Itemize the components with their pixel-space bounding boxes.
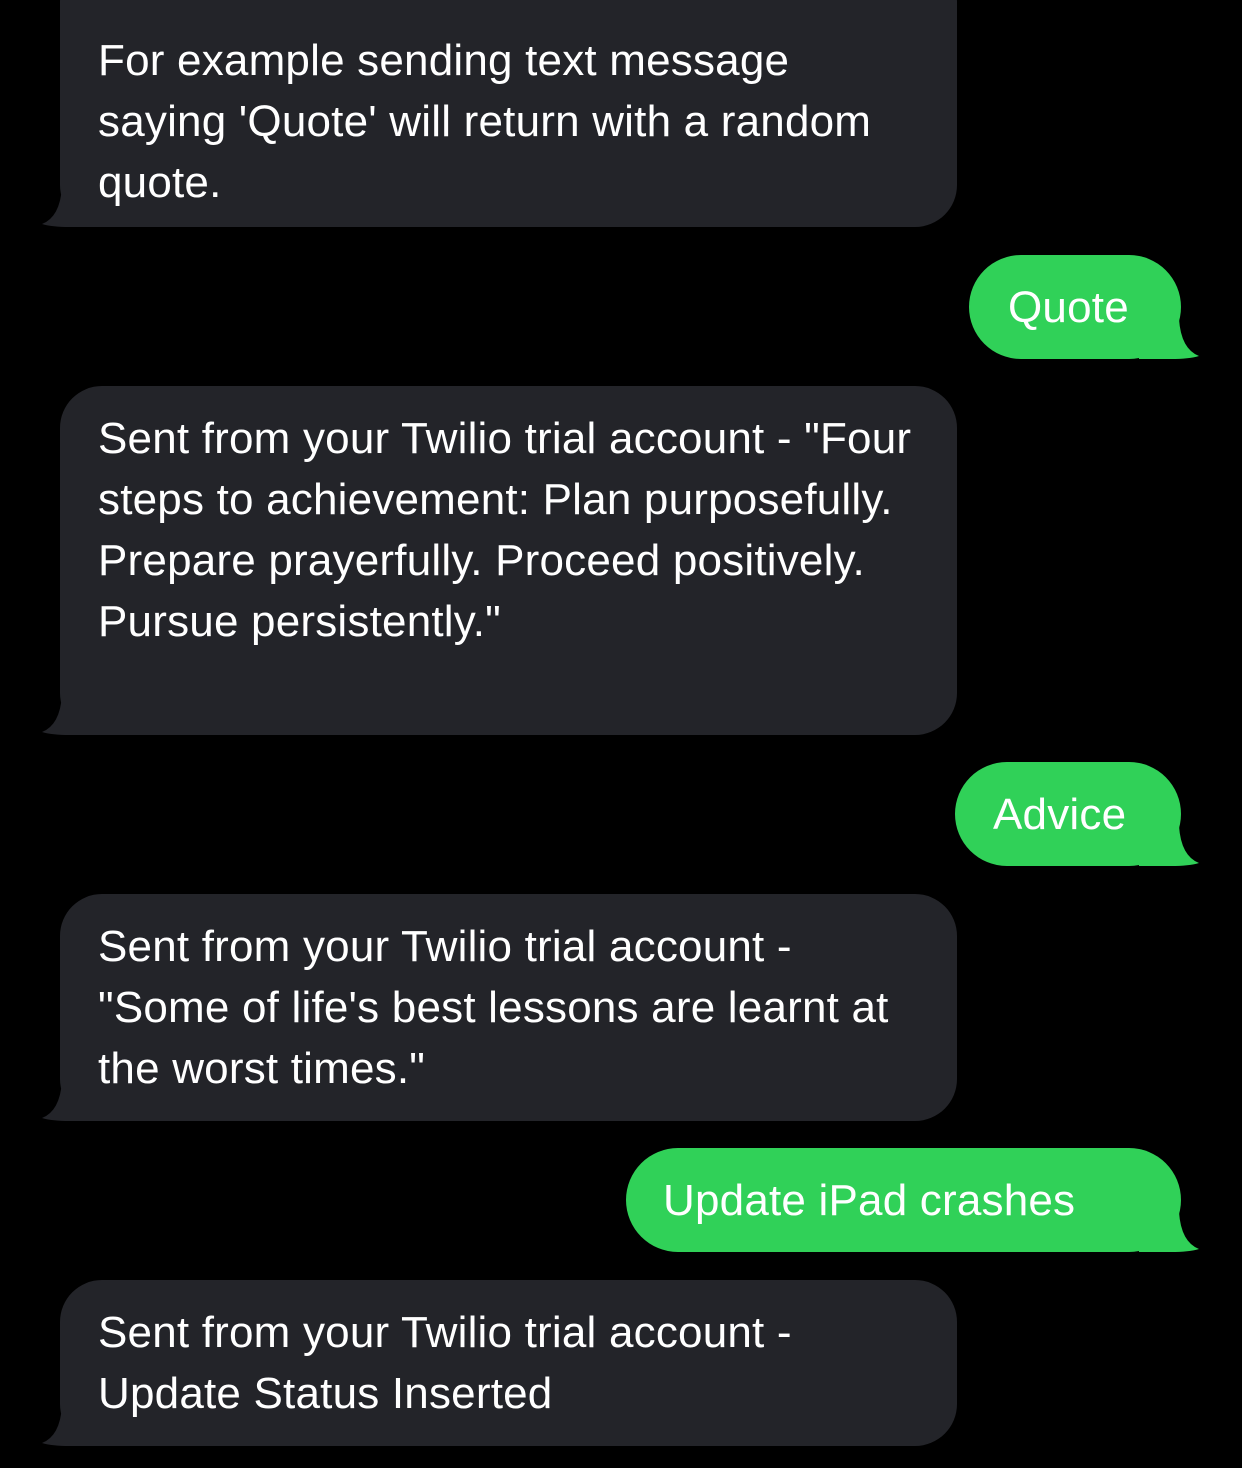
message-text: Sent from your Twilio trial account - "S… [98, 922, 889, 1093]
message-text: Quote [1008, 283, 1129, 332]
outgoing-message-bubble[interactable]: Quote [969, 255, 1199, 359]
incoming-message-bubble[interactable]: Sent from your Twilio trial account - "S… [42, 894, 957, 1121]
incoming-message-bubble[interactable]: For example sending text message saying … [42, 0, 957, 227]
message-text: Sent from your Twilio trial account - "F… [98, 414, 912, 646]
incoming-message-bubble[interactable]: Sent from your Twilio trial account - Up… [42, 1280, 957, 1446]
outgoing-message-bubble[interactable]: Update iPad crashes [626, 1148, 1199, 1252]
message-thread[interactable]: For example sending text message saying … [0, 0, 1242, 1468]
bubble-tail-icon [42, 1081, 102, 1121]
message-text: Update iPad crashes [663, 1176, 1076, 1225]
outgoing-message-bubble[interactable]: Advice [955, 762, 1199, 866]
incoming-message-bubble[interactable]: Sent from your Twilio trial account - "F… [42, 386, 957, 735]
message-text: Advice [993, 790, 1127, 839]
message-text: For example sending text message saying … [98, 36, 872, 207]
bubble-tail-icon [42, 695, 102, 735]
bubble-tail-icon [42, 187, 102, 227]
bubble-tail-icon [42, 1406, 102, 1446]
message-text: Sent from your Twilio trial account - Up… [98, 1308, 792, 1418]
